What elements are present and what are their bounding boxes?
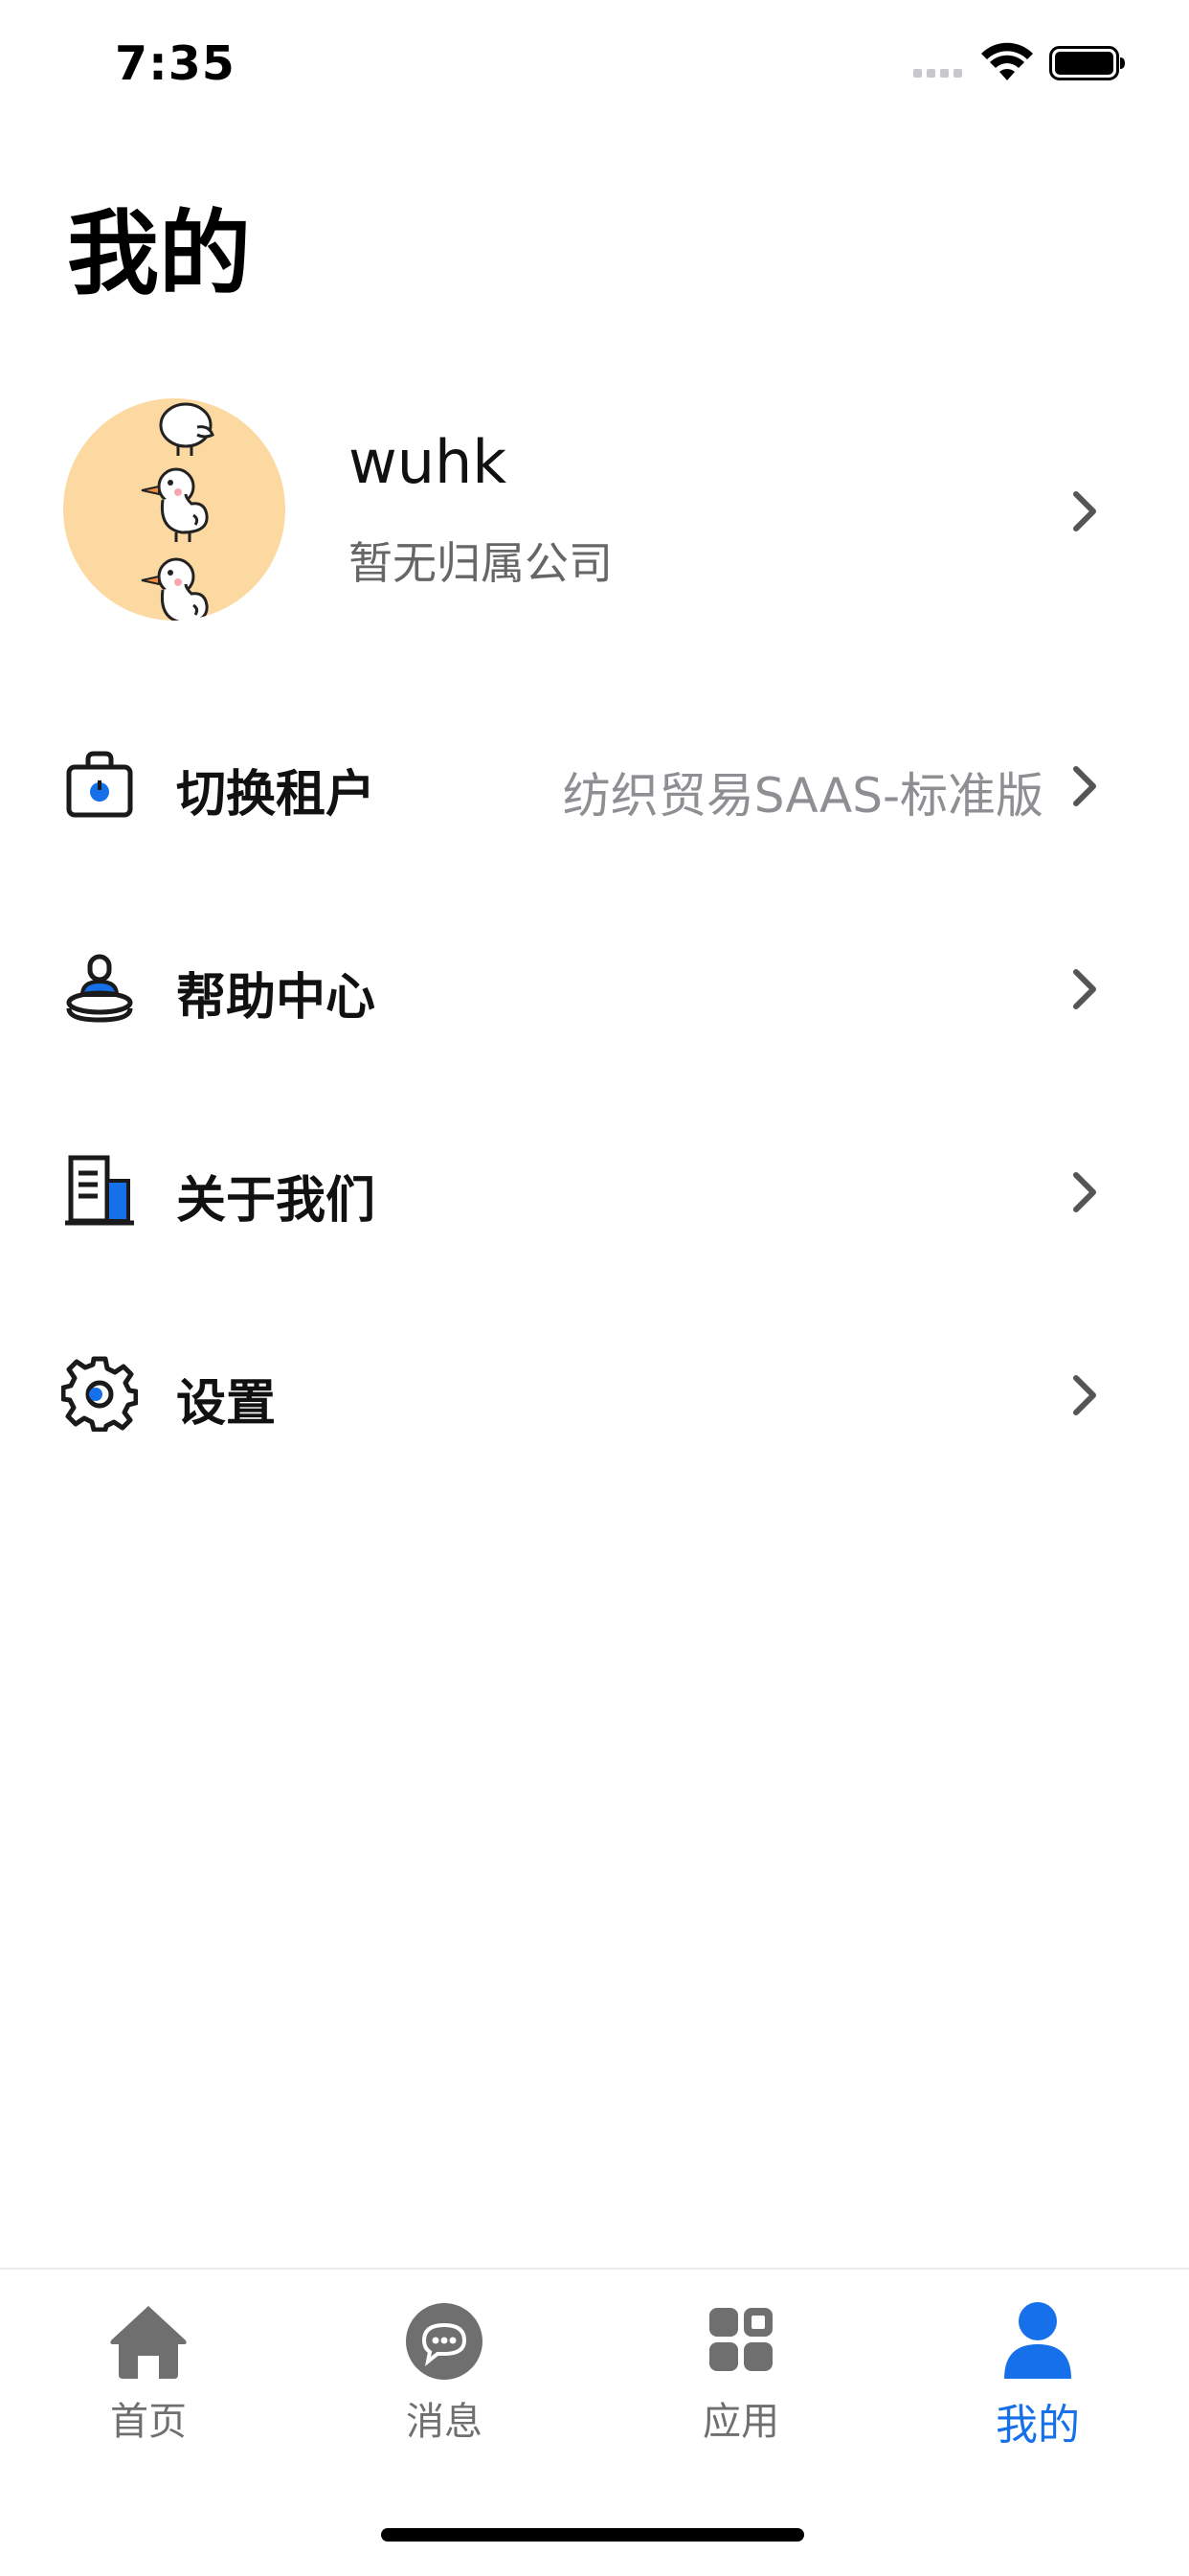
settings-gear-icon bbox=[61, 1356, 138, 1432]
menu-item-settings[interactable]: 设置 bbox=[0, 1294, 1189, 1497]
tab-profile[interactable]: 我的 bbox=[942, 2298, 1133, 2452]
profile-company: 暂无归属公司 bbox=[348, 537, 613, 589]
profile-row[interactable]: wuhk 暂无归属公司 bbox=[0, 393, 1189, 622]
tab-label: 首页 bbox=[110, 2400, 187, 2444]
menu-item-about-us[interactable]: 关于我们 bbox=[0, 1091, 1189, 1294]
chevron-right-icon bbox=[1073, 969, 1096, 1009]
menu-list: 切换租户 纺织贸易SAAS-标准版 帮助中心 关于我们 设置 bbox=[0, 685, 1189, 1497]
tab-label: 应用 bbox=[703, 2400, 779, 2444]
profile-name: wuhk bbox=[348, 427, 507, 497]
menu-item-help-center[interactable]: 帮助中心 bbox=[0, 888, 1189, 1091]
duck-avatar-icon bbox=[141, 402, 214, 621]
chevron-right-icon bbox=[1073, 1172, 1096, 1212]
about-us-icon bbox=[65, 1155, 134, 1226]
home-indicator bbox=[381, 2528, 804, 2542]
profile-icon bbox=[1004, 2302, 1071, 2379]
chevron-right-icon bbox=[1073, 766, 1096, 806]
tab-apps[interactable]: 应用 bbox=[645, 2298, 837, 2452]
menu-item-label: 关于我们 bbox=[176, 1172, 376, 1230]
apps-grid-icon bbox=[709, 2308, 773, 2371]
battery-icon bbox=[1049, 46, 1125, 80]
menu-item-label: 切换租户 bbox=[176, 766, 376, 824]
chevron-right-icon bbox=[1073, 491, 1096, 531]
message-icon bbox=[406, 2303, 482, 2380]
menu-item-label: 帮助中心 bbox=[176, 969, 376, 1027]
home-icon bbox=[110, 2306, 187, 2379]
avatar bbox=[63, 398, 285, 621]
status-bar: 7:35 bbox=[0, 0, 1189, 134]
tab-home[interactable]: 首页 bbox=[53, 2298, 244, 2452]
menu-item-switch-tenant[interactable]: 切换租户 纺织贸易SAAS-标准版 bbox=[0, 685, 1189, 888]
duck-illustration-top bbox=[159, 402, 214, 456]
tab-label: 我的 bbox=[996, 2401, 1080, 2450]
wifi-icon bbox=[981, 42, 1033, 80]
tab-label: 消息 bbox=[406, 2400, 482, 2444]
page-title: 我的 bbox=[67, 200, 251, 307]
tenant-switch-icon bbox=[66, 751, 133, 818]
tab-messages[interactable]: 消息 bbox=[348, 2298, 540, 2452]
chevron-right-icon bbox=[1073, 1375, 1096, 1415]
duck-illustration-middle bbox=[141, 467, 209, 542]
status-time: 7:35 bbox=[115, 36, 236, 91]
current-tenant-value: 纺织贸易SAAS-标准版 bbox=[562, 768, 1043, 824]
cellular-signal-icon bbox=[913, 69, 962, 78]
help-center-icon bbox=[66, 954, 133, 1023]
menu-item-label: 设置 bbox=[176, 1375, 277, 1433]
duck-illustration-bottom bbox=[141, 557, 209, 621]
